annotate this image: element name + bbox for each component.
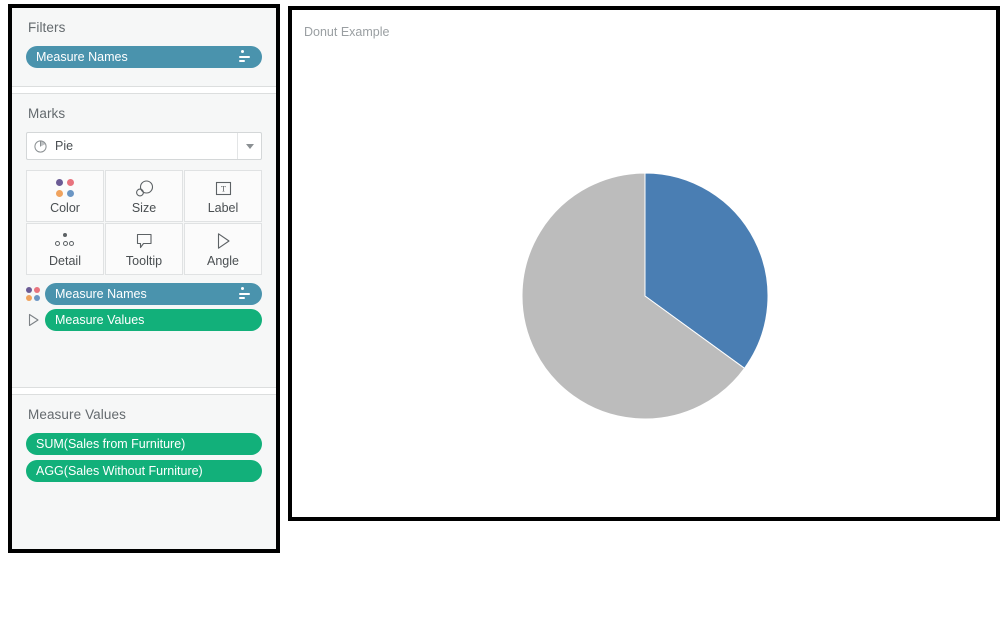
pie-slice[interactable] xyxy=(521,172,746,420)
marks-button-label[interactable]: T Label xyxy=(184,170,262,222)
pie-slice-group xyxy=(521,172,769,420)
marks-section: Marks Pie Color Size T Label Detail Tool… xyxy=(12,94,276,345)
filters-title: Filters xyxy=(28,20,66,35)
color-palette-icon[interactable] xyxy=(26,286,41,302)
marks-button-tooltip[interactable]: Tooltip xyxy=(105,223,183,275)
color-palette-icon xyxy=(55,177,75,199)
worksheet-panel: Donut Example xyxy=(288,6,1000,521)
chevron-down-icon[interactable] xyxy=(237,133,261,159)
measure-values-title: Measure Values xyxy=(28,407,126,422)
marks-pill-measure-values-label: Measure Values xyxy=(55,313,145,327)
size-circles-icon xyxy=(134,177,155,199)
marks-pill-measure-names[interactable]: Measure Names xyxy=(45,283,262,305)
marks-shelf-row-angle: Measure Values xyxy=(26,309,262,331)
label-text-icon: T xyxy=(215,177,232,199)
measure-value-pill-label: AGG(Sales Without Furniture) xyxy=(36,464,203,478)
marks-pill-measure-names-label: Measure Names xyxy=(55,287,147,301)
marks-button-size[interactable]: Size xyxy=(105,170,183,222)
detail-dots-icon xyxy=(55,230,75,252)
mark-type-dropdown[interactable]: Pie xyxy=(26,132,262,160)
filter-pill-label: Measure Names xyxy=(36,50,128,64)
worksheet-title: Donut Example xyxy=(304,25,390,39)
pie-slice[interactable] xyxy=(644,172,769,369)
marks-sidebar: Filters Measure Names Marks Pie Color Si… xyxy=(8,4,280,553)
mark-type-value: Pie xyxy=(55,139,74,153)
marks-pill-measure-values[interactable]: Measure Values xyxy=(45,309,262,331)
marks-button-color[interactable]: Color xyxy=(26,170,104,222)
filter-pill-measure-names[interactable]: Measure Names xyxy=(26,46,262,68)
marks-shelf-row-color: Measure Names xyxy=(26,283,262,305)
measure-value-pill-sum-sales-from-furniture[interactable]: SUM(Sales from Furniture) xyxy=(26,433,262,455)
measure-value-pill-label: SUM(Sales from Furniture) xyxy=(36,437,186,451)
angle-icon[interactable] xyxy=(26,313,41,328)
marks-title: Marks xyxy=(28,106,66,121)
marks-button-angle[interactable]: Angle xyxy=(184,223,262,275)
marks-card-spacer xyxy=(12,345,276,387)
marks-button-grid: Color Size T Label Detail Tooltip Angle xyxy=(26,170,262,275)
measure-values-section: Measure Values SUM(Sales from Furniture)… xyxy=(12,395,276,497)
marks-button-tooltip-label: Tooltip xyxy=(125,254,163,268)
filters-section: Filters Measure Names xyxy=(12,8,276,86)
marks-button-size-label: Size xyxy=(131,201,157,215)
measure-value-pill-agg-sales-without-furniture[interactable]: AGG(Sales Without Furniture) xyxy=(26,460,262,482)
marks-button-detail[interactable]: Detail xyxy=(26,223,104,275)
filter-icon[interactable] xyxy=(239,49,252,63)
marks-button-detail-label: Detail xyxy=(49,254,81,268)
marks-button-label-label: Label xyxy=(207,201,239,215)
tooltip-bubble-icon xyxy=(135,230,154,252)
svg-text:T: T xyxy=(220,183,226,193)
marks-button-angle-label: Angle xyxy=(207,254,239,268)
pie-chart xyxy=(521,172,769,420)
pie-chart-icon xyxy=(27,139,53,153)
marks-button-color-label: Color xyxy=(50,201,80,215)
filter-icon[interactable] xyxy=(239,286,252,300)
angle-icon xyxy=(215,230,232,252)
